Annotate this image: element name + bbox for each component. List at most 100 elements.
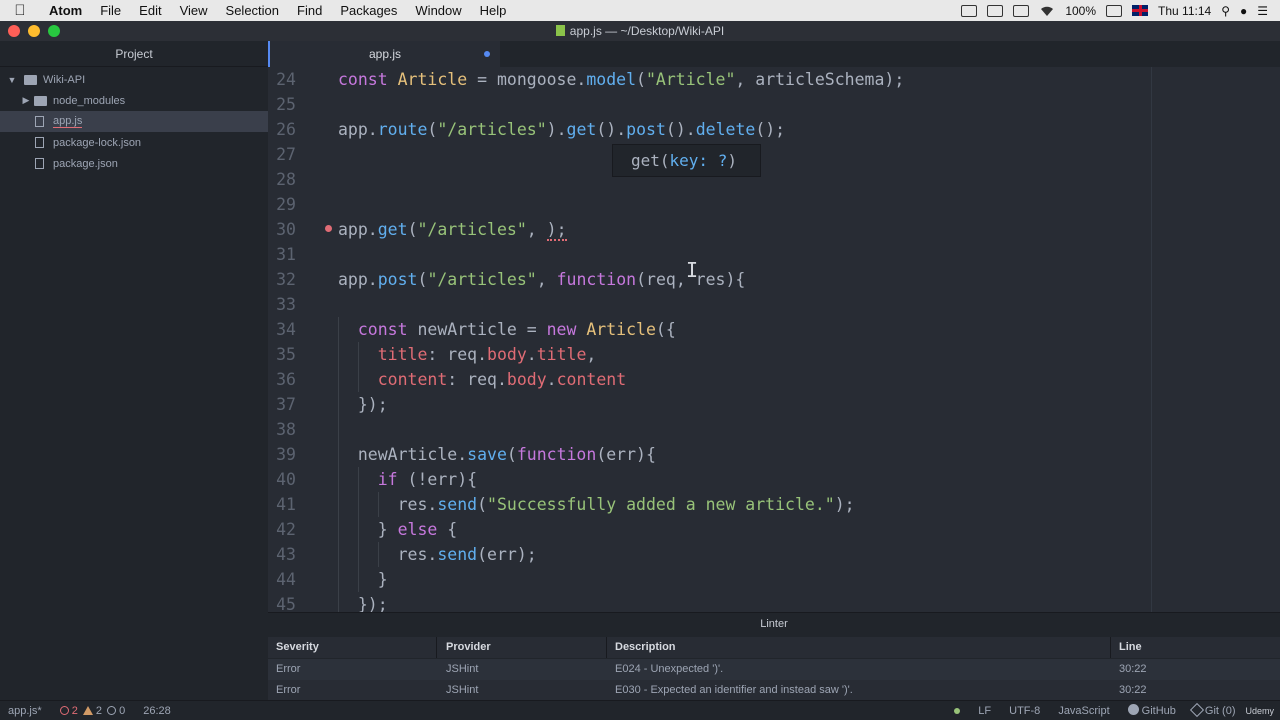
- column-divider: [1110, 637, 1111, 658]
- info-icon: [107, 705, 117, 715]
- screen-share-icon[interactable]: [961, 4, 978, 17]
- code-line: content: req.body.content: [377, 370, 627, 389]
- linter-line[interactable]: 30:22: [1119, 680, 1147, 701]
- line-number: 31: [276, 245, 296, 264]
- tree-view-header: Project: [0, 41, 268, 67]
- git-icon: [1189, 702, 1204, 717]
- battery-icon[interactable]: [1106, 4, 1123, 17]
- menu-edit[interactable]: Edit: [130, 3, 170, 18]
- wifi-icon[interactable]: [1039, 5, 1055, 17]
- linter-severity: Error: [276, 684, 301, 696]
- code-editor[interactable]: 24 25 26 27 28 29 30 31 32 33 34 35 36 3…: [268, 67, 1280, 612]
- project-tree-view: Project ▼ Wiki-API ▶ node_modules app.js…: [0, 41, 268, 700]
- menu-packages[interactable]: Packages: [331, 3, 406, 18]
- tree-item-package-lock[interactable]: package-lock.json: [0, 132, 268, 153]
- line-number: 36: [276, 370, 296, 389]
- line-number: 34: [276, 320, 296, 339]
- line-number: 33: [276, 295, 296, 314]
- udemy-watermark: Udemy: [1245, 705, 1274, 716]
- lint-error-marker[interactable]: [325, 225, 332, 232]
- line-number: 29: [276, 195, 296, 214]
- linter-row[interactable]: Error JSHint E030 - Expected an identifi…: [268, 680, 1280, 701]
- status-file-name[interactable]: app.js*: [8, 705, 42, 717]
- macos-menubar:  Atom File Edit View Selection Find Pac…: [0, 0, 1280, 21]
- menu-app[interactable]: Atom: [40, 3, 91, 18]
- tree-item-label: package-lock.json: [53, 136, 142, 149]
- airplay-icon[interactable]: [1013, 4, 1030, 17]
- line-number: 28: [276, 170, 296, 189]
- line-number: 24: [276, 70, 296, 89]
- line-number: 42: [276, 520, 296, 539]
- encoding-selector[interactable]: UTF-8: [1009, 705, 1040, 717]
- modified-indicator-icon[interactable]: [484, 51, 490, 57]
- camera-icon[interactable]: [987, 4, 1004, 17]
- siri-icon[interactable]: ●: [1240, 4, 1247, 18]
- menubar-clock[interactable]: Thu 11:14: [1158, 4, 1211, 18]
- line-number: 37: [276, 395, 296, 414]
- line-number: 45: [276, 595, 296, 612]
- tree-item-package-json[interactable]: package.json: [0, 153, 268, 174]
- folder-icon: [24, 74, 37, 85]
- linter-row[interactable]: Error JSHint E024 - Unexpected ')'. 30:2…: [268, 659, 1280, 680]
- menu-file[interactable]: File: [91, 3, 130, 18]
- column-divider: [606, 637, 607, 658]
- info-count: 0: [119, 704, 126, 717]
- tab-app-js[interactable]: app.js: [268, 41, 500, 67]
- wrap-guide: [1151, 67, 1152, 612]
- cursor-position[interactable]: 26:28: [143, 705, 171, 717]
- tooltip-param: key: ?: [669, 151, 728, 170]
- window-title-text: app.js — ~/Desktop/Wiki-API: [569, 24, 725, 38]
- code-line: if (!err){: [377, 470, 478, 489]
- menu-view[interactable]: View: [171, 3, 217, 18]
- text-cursor-icon: I: [686, 258, 699, 282]
- column-header-severity[interactable]: Severity: [276, 637, 319, 658]
- linter-line[interactable]: 30:22: [1119, 659, 1147, 680]
- code-line: app.route("/articles").get().post().dele…: [338, 120, 786, 139]
- linter-provider: JSHint: [446, 663, 479, 675]
- code-line: const newArticle = new Article({: [357, 320, 676, 339]
- apple-icon[interactable]: : [0, 2, 40, 19]
- error-count: 2: [71, 704, 78, 717]
- code-line: res.send("Successfully added a new artic…: [338, 495, 855, 514]
- error-icon: [59, 705, 69, 715]
- linter-header-row: Severity Provider Description Line: [268, 637, 1280, 658]
- code-line: app.post("/articles", function(req, res)…: [338, 270, 746, 289]
- line-number: 40: [276, 470, 296, 489]
- menu-find[interactable]: Find: [288, 3, 331, 18]
- signature-help-tooltip: get(key: ?): [612, 144, 761, 177]
- linter-description: E030 - Expected an identifier and instea…: [615, 684, 853, 696]
- code-line: });: [338, 395, 388, 414]
- tree-root-folder[interactable]: ▼ Wiki-API: [0, 69, 268, 90]
- lint-status-icon[interactable]: [954, 707, 961, 714]
- git-button[interactable]: Git (0): [1189, 702, 1235, 717]
- tree-item-node-modules[interactable]: ▶ node_modules: [0, 90, 268, 111]
- github-icon: [1127, 704, 1139, 715]
- menu-help[interactable]: Help: [471, 3, 516, 18]
- uk-flag-icon[interactable]: [1132, 5, 1149, 16]
- lint-warning-count[interactable]: 2: [82, 705, 102, 717]
- document-icon: [555, 25, 565, 36]
- github-button[interactable]: GitHub: [1127, 704, 1176, 717]
- notification-center-icon[interactable]: ☰: [1257, 4, 1268, 18]
- menu-window[interactable]: Window: [406, 3, 470, 18]
- code-line: res.send(err);: [338, 545, 537, 564]
- column-header-provider[interactable]: Provider: [446, 637, 491, 658]
- line-number: 25: [276, 95, 296, 114]
- tree-item-label: app.js: [53, 115, 83, 128]
- code-line: });: [338, 595, 388, 612]
- menu-selection[interactable]: Selection: [217, 3, 288, 18]
- tree-item-app-js[interactable]: app.js: [0, 111, 268, 132]
- code-line: const Article = mongoose.model("Article"…: [338, 70, 905, 89]
- lint-error-count[interactable]: 2: [59, 704, 78, 717]
- lint-info-count[interactable]: 0: [107, 705, 125, 717]
- line-ending-selector[interactable]: LF: [978, 705, 991, 717]
- search-icon[interactable]: ⚲: [1221, 4, 1230, 18]
- grammar-selector[interactable]: JavaScript: [1058, 705, 1109, 717]
- root-folder-label: Wiki-API: [43, 73, 86, 86]
- column-header-line[interactable]: Line: [1119, 637, 1142, 658]
- battery-level: 100%: [1065, 3, 1097, 18]
- column-header-description[interactable]: Description: [615, 637, 676, 658]
- file-icon: [35, 116, 44, 127]
- window-titlebar: app.js — ~/Desktop/Wiki-API: [0, 21, 1280, 41]
- tree-item-label: package.json: [53, 157, 118, 170]
